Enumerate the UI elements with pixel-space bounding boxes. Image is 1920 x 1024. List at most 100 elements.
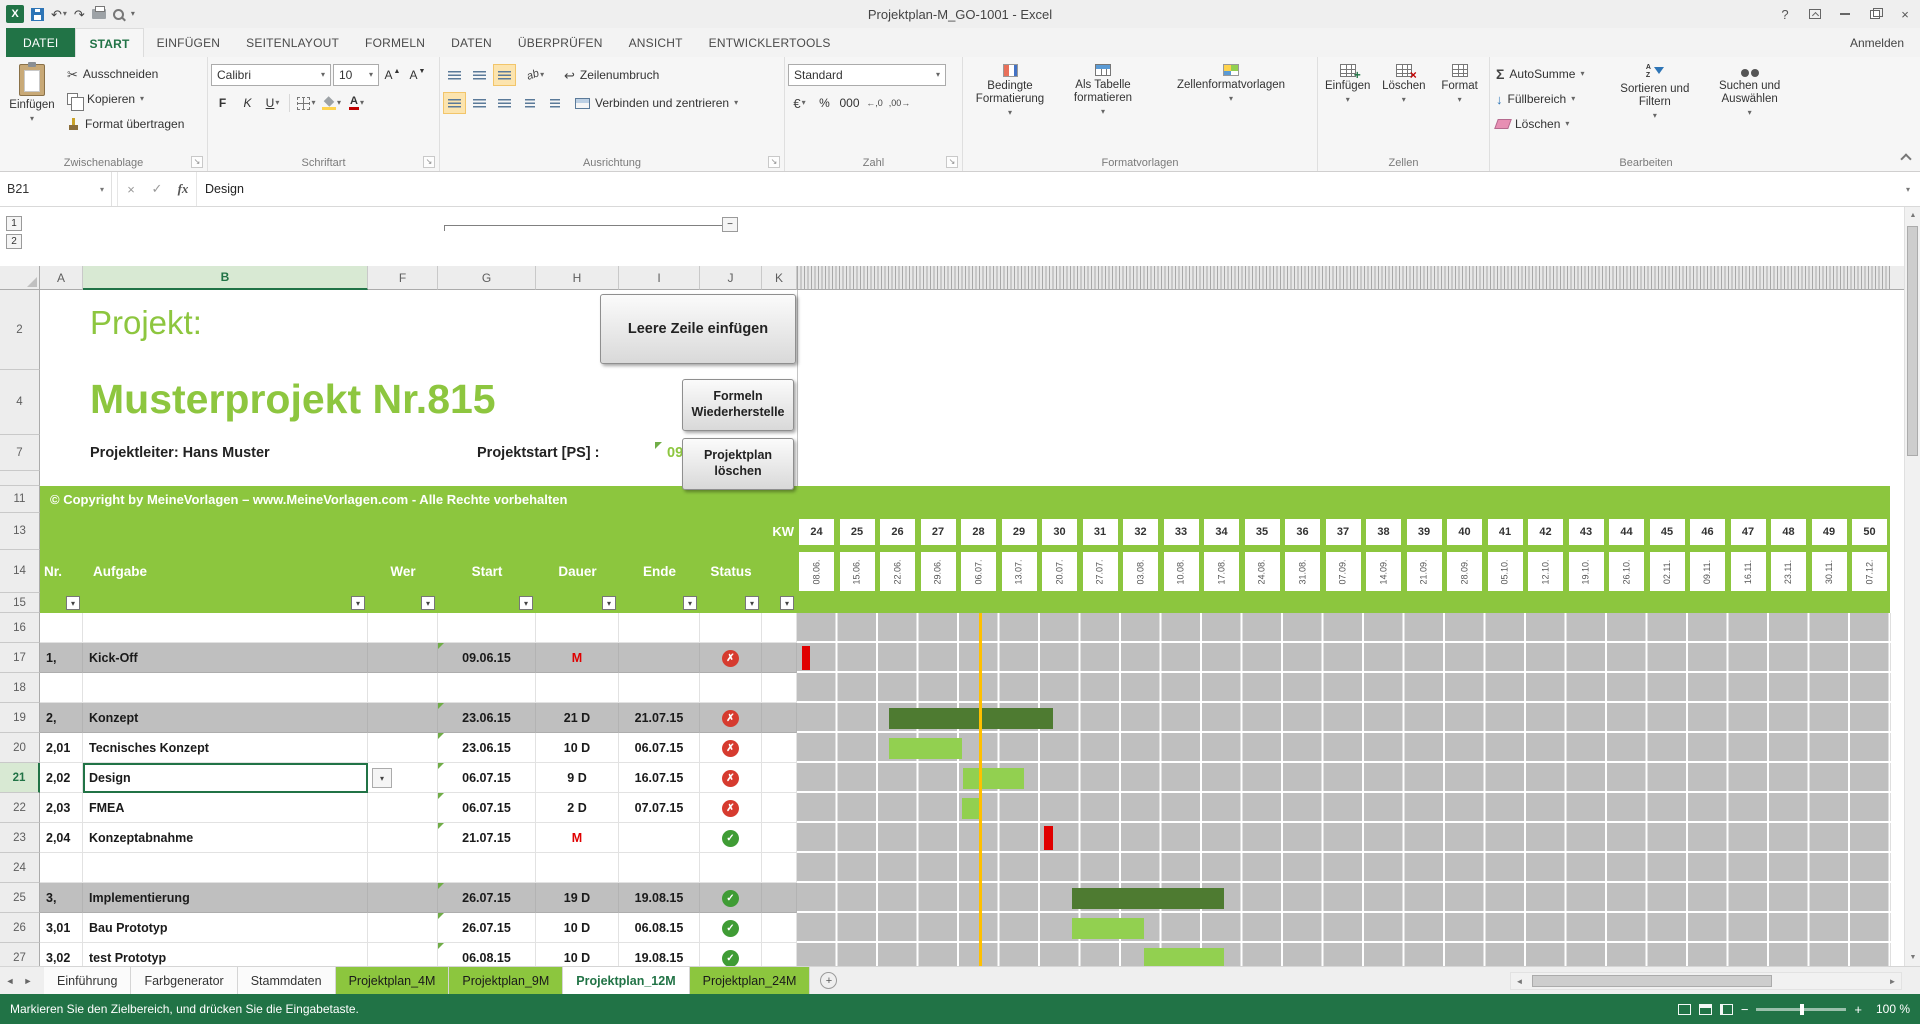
format-cells-button[interactable]: Format▾: [1433, 59, 1486, 152]
tab-formeln[interactable]: FORMELN: [352, 28, 438, 57]
cell-K21[interactable]: [762, 763, 797, 793]
sheet-tab-einführung[interactable]: Einführung: [44, 967, 131, 994]
align-middle-button[interactable]: [468, 64, 491, 86]
tab-start[interactable]: START: [75, 28, 143, 57]
cell-K16[interactable]: [762, 613, 797, 643]
number-format-select[interactable]: Standard▾: [788, 64, 946, 86]
zoom-out-button[interactable]: −: [1741, 1002, 1749, 1017]
align-center-button[interactable]: [468, 92, 491, 114]
alignment-dialog-launcher[interactable]: ↘: [768, 156, 780, 168]
column-header-K[interactable]: K: [762, 266, 797, 290]
quick-print-button[interactable]: [92, 9, 106, 19]
align-top-button[interactable]: [443, 64, 466, 86]
cell-A24[interactable]: [40, 853, 83, 883]
cell-J24[interactable]: [700, 853, 762, 883]
cell-G19[interactable]: 23.06.15: [438, 703, 536, 733]
cell-B17[interactable]: Kick-Off: [83, 643, 368, 673]
scroll-right-button[interactable]: ►: [1884, 977, 1901, 986]
zoom-slider[interactable]: [1756, 1008, 1846, 1011]
page-layout-view-button[interactable]: [1699, 1004, 1712, 1015]
save-button[interactable]: [31, 8, 44, 21]
row-header-23[interactable]: 23: [0, 823, 40, 853]
filter-button-K[interactable]: ▾: [780, 596, 794, 610]
cell-K20[interactable]: [762, 733, 797, 763]
column-header-I[interactable]: I: [619, 266, 700, 290]
align-bottom-button[interactable]: [493, 64, 516, 86]
increase-decimal-button[interactable]: ←,0: [863, 92, 886, 114]
filter-button-G[interactable]: ▾: [519, 596, 533, 610]
delete-plan-button[interactable]: Projektplan löschen: [682, 438, 794, 490]
cell-G27[interactable]: 06.08.15: [438, 943, 536, 966]
insert-function-button[interactable]: fx: [170, 172, 196, 206]
cell-F24[interactable]: [368, 853, 438, 883]
cell-K26[interactable]: [762, 913, 797, 943]
cell-F19[interactable]: [368, 703, 438, 733]
cell-I18[interactable]: [619, 673, 700, 703]
cell-I17[interactable]: [619, 643, 700, 673]
cell-J25[interactable]: ✓: [700, 883, 762, 913]
cell-G20[interactable]: 23.06.15: [438, 733, 536, 763]
row-header-24[interactable]: 24: [0, 853, 40, 883]
cell-J26[interactable]: ✓: [700, 913, 762, 943]
wrap-text-button[interactable]: ↩Zeilenumbruch: [561, 64, 662, 86]
cell-A16[interactable]: [40, 613, 83, 643]
cell-B18[interactable]: [83, 673, 368, 703]
cell-A17[interactable]: 1,: [40, 643, 83, 673]
row-header-18[interactable]: 18: [0, 673, 40, 703]
cell-H16[interactable]: [536, 613, 619, 643]
cell-F16[interactable]: [368, 613, 438, 643]
cell-B19[interactable]: Konzept: [83, 703, 368, 733]
increase-indent-button[interactable]: [543, 92, 566, 114]
cell-B26[interactable]: Bau Prototyp: [83, 913, 368, 943]
decrease-font-size-button[interactable]: A▼: [406, 64, 429, 86]
row-header-hidden[interactable]: [0, 471, 40, 486]
column-header-J[interactable]: J: [700, 266, 762, 290]
cell-F27[interactable]: [368, 943, 438, 966]
filter-button-F[interactable]: ▾: [421, 596, 435, 610]
scroll-left-button[interactable]: ◄: [1511, 977, 1528, 986]
filter-button-A[interactable]: ▾: [66, 596, 80, 610]
clear-button[interactable]: Löschen▾: [1493, 113, 1609, 135]
cell-H23[interactable]: M: [536, 823, 619, 853]
cell-G18[interactable]: [438, 673, 536, 703]
format-painter-button[interactable]: Format übertragen: [64, 113, 187, 135]
conditional-formatting-button[interactable]: Bedingte Formatierung▾: [966, 59, 1054, 152]
row-header-25[interactable]: 25: [0, 883, 40, 913]
cell-G22[interactable]: 06.07.15: [438, 793, 536, 823]
sheet-tab-projektplan_24m[interactable]: Projektplan_24M: [690, 967, 811, 994]
cell-F23[interactable]: [368, 823, 438, 853]
vertical-scroll-thumb[interactable]: [1907, 226, 1918, 456]
cell-I19[interactable]: 21.07.15: [619, 703, 700, 733]
cell-A18[interactable]: [40, 673, 83, 703]
cell-H25[interactable]: 19 D: [536, 883, 619, 913]
cell-I22[interactable]: 07.07.15: [619, 793, 700, 823]
cell-K25[interactable]: [762, 883, 797, 913]
row-header-22[interactable]: 22: [0, 793, 40, 823]
cell-A21[interactable]: 2,02: [40, 763, 83, 793]
font-size-select[interactable]: 10▾: [333, 64, 379, 86]
font-dialog-launcher[interactable]: ↘: [423, 156, 435, 168]
page-break-view-button[interactable]: [1720, 1004, 1733, 1015]
zoom-level[interactable]: 100 %: [1870, 1002, 1910, 1016]
cell-K23[interactable]: [762, 823, 797, 853]
cell-A27[interactable]: 3,02: [40, 943, 83, 966]
cell-H20[interactable]: 10 D: [536, 733, 619, 763]
cell-H17[interactable]: M: [536, 643, 619, 673]
cell-H19[interactable]: 21 D: [536, 703, 619, 733]
cut-button[interactable]: ✂Ausschneiden: [64, 63, 187, 85]
cell-G25[interactable]: 26.07.15: [438, 883, 536, 913]
qat-customize-button[interactable]: ▾: [131, 10, 135, 18]
cell-G26[interactable]: 26.07.15: [438, 913, 536, 943]
column-header-F[interactable]: F: [368, 266, 438, 290]
cell-H24[interactable]: [536, 853, 619, 883]
cell-H18[interactable]: [536, 673, 619, 703]
column-header-H[interactable]: H: [536, 266, 619, 290]
row-header-26[interactable]: 26: [0, 913, 40, 943]
redo-button[interactable]: ↷: [74, 8, 85, 21]
formula-input[interactable]: Design: [196, 172, 1896, 206]
cell-B23[interactable]: Konzeptabnahme: [83, 823, 368, 853]
format-as-table-button[interactable]: Als Tabelle formatieren▾: [1057, 59, 1149, 152]
italic-button[interactable]: K: [236, 92, 259, 114]
row-header-21[interactable]: 21: [0, 763, 40, 793]
name-box[interactable]: B21▾: [0, 172, 112, 206]
